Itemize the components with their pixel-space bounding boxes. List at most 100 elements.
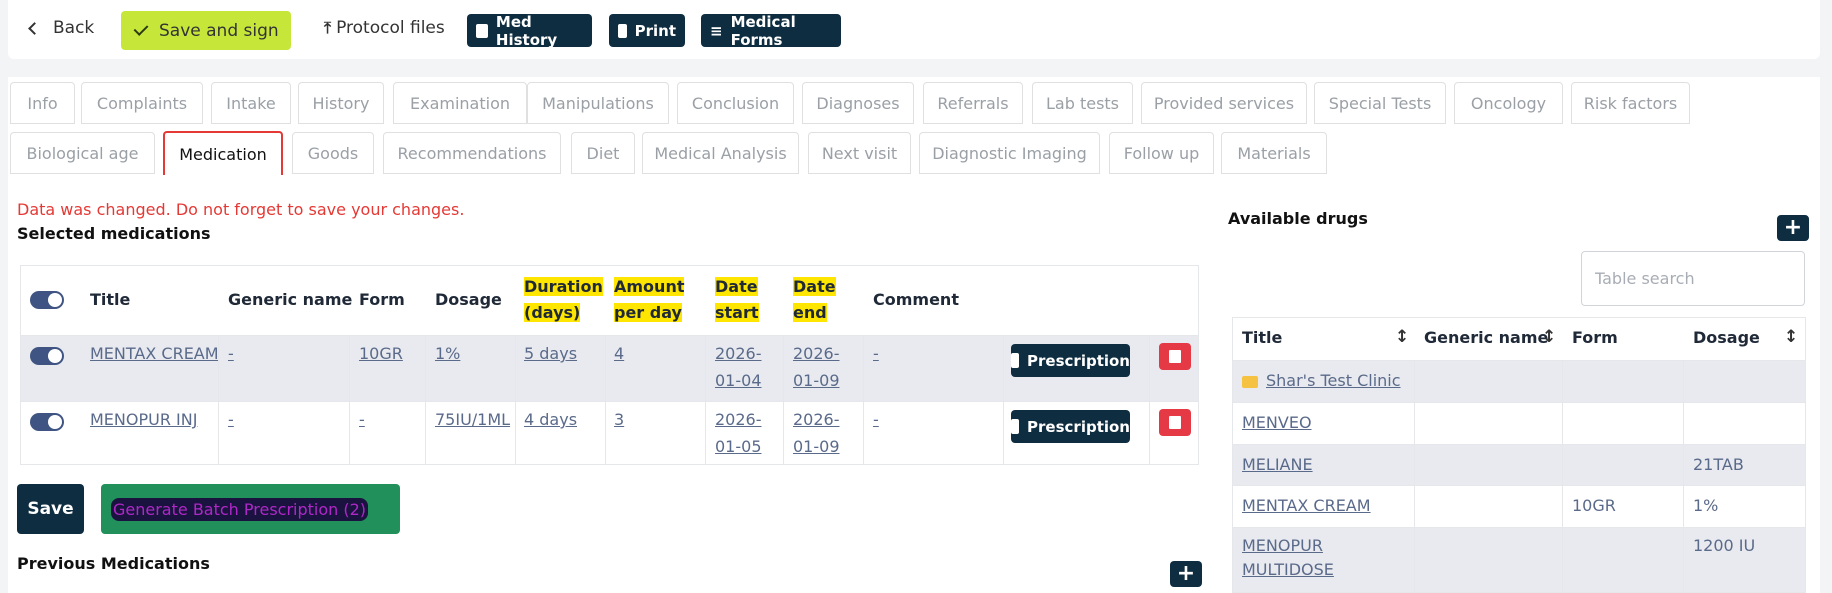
row-generic[interactable]: - bbox=[228, 406, 234, 433]
tab-provided-services[interactable]: Provided services bbox=[1141, 82, 1307, 124]
tab-label: Conclusion bbox=[691, 93, 780, 113]
folder-row[interactable]: Shar's Test Clinic bbox=[1233, 360, 1805, 402]
medical-forms-button[interactable]: ≡ Medical Forms bbox=[701, 13, 841, 49]
prescription-button[interactable]: Prescription bbox=[1011, 410, 1130, 443]
drug-title-link[interactable]: MELIANE bbox=[1242, 453, 1313, 477]
row-date-start[interactable]: 2026- 01-05 bbox=[715, 406, 762, 460]
tab-history[interactable]: History bbox=[298, 82, 384, 124]
column-divider bbox=[863, 335, 864, 465]
tab-diet[interactable]: Diet bbox=[571, 132, 635, 174]
tab-diagnoses[interactable]: Diagnoses bbox=[802, 82, 914, 124]
row-dosage[interactable]: 75IU/1ML bbox=[435, 406, 510, 433]
sort-icon[interactable]: ↕ bbox=[1395, 327, 1409, 347]
row-duration[interactable]: 4 days bbox=[524, 406, 577, 433]
row-generic[interactable]: - bbox=[228, 340, 234, 367]
row-duration[interactable]: 5 days bbox=[524, 340, 577, 367]
col-date-start-line1: Date bbox=[715, 277, 758, 296]
drug-title-link[interactable]: MENVEO bbox=[1242, 411, 1312, 435]
row-date-end[interactable]: 2026- 01-09 bbox=[793, 406, 840, 460]
tab-label: Special Tests bbox=[1328, 93, 1432, 113]
col-duration-line1: Duration bbox=[524, 277, 603, 296]
delete-button[interactable] bbox=[1159, 409, 1191, 436]
row-toggle-switch[interactable] bbox=[30, 347, 64, 365]
col-amount-line2: per day bbox=[614, 303, 682, 322]
row-date-start[interactable]: 2026- 01-04 bbox=[715, 340, 762, 394]
column-divider bbox=[1414, 360, 1415, 592]
tab-materials[interactable]: Materials bbox=[1221, 132, 1327, 174]
tab-label: Recommendations bbox=[397, 143, 547, 163]
table-row: MENOPUR MULTIDOSE 1200 IU bbox=[1233, 527, 1805, 592]
row-toggle-switch[interactable] bbox=[30, 413, 64, 431]
row-form[interactable]: 10GR bbox=[359, 340, 403, 367]
prescription-label: Prescription bbox=[1027, 351, 1130, 370]
top-toolbar: Back Save and sign ⤒ Protocol files Med … bbox=[8, 0, 1820, 59]
row-date-start-line2: 01-05 bbox=[715, 437, 762, 456]
tab-manipulations[interactable]: Manipulations bbox=[527, 82, 669, 124]
back-button[interactable]: Back bbox=[28, 18, 94, 38]
delete-button[interactable] bbox=[1159, 343, 1191, 370]
col-form: Form bbox=[1572, 328, 1618, 347]
protocol-files-button[interactable]: ⤒ Protocol files bbox=[324, 18, 445, 38]
row-date-end[interactable]: 2026- 01-09 bbox=[793, 340, 840, 394]
tab-risk-factors[interactable]: Risk factors bbox=[1571, 82, 1690, 124]
tab-special-tests[interactable]: Special Tests bbox=[1314, 82, 1446, 124]
tab-medication[interactable]: Medication bbox=[163, 131, 283, 175]
check-icon bbox=[133, 21, 149, 36]
trash-icon bbox=[1169, 416, 1181, 429]
tab-medical-analysis[interactable]: Medical Analysis bbox=[642, 132, 799, 174]
toggle-all-switch[interactable] bbox=[30, 291, 64, 309]
table-row: MENTAX CREAM - 10GR 1% 5 days 4 2026- 01-… bbox=[21, 335, 1198, 401]
print-button[interactable]: Print bbox=[609, 14, 685, 47]
add-previous-medication-button[interactable]: + bbox=[1170, 561, 1202, 587]
unsaved-warning: Data was changed. Do not forget to save … bbox=[17, 200, 465, 219]
row-comment[interactable]: - bbox=[873, 340, 879, 367]
printer-icon bbox=[618, 23, 627, 38]
tab-intake[interactable]: Intake bbox=[211, 82, 291, 124]
med-history-button[interactable]: Med History bbox=[467, 13, 592, 49]
tab-info[interactable]: Info bbox=[10, 82, 75, 124]
col-date-end-line2: end bbox=[793, 303, 827, 322]
row-date-end-line2: 01-09 bbox=[793, 371, 840, 390]
tab-follow-up[interactable]: Follow up bbox=[1109, 132, 1214, 174]
drug-form: 10GR bbox=[1572, 496, 1616, 515]
tab-recommendations[interactable]: Recommendations bbox=[383, 132, 561, 174]
tab-biological-age[interactable]: Biological age bbox=[10, 132, 155, 174]
tab-complaints[interactable]: Complaints bbox=[81, 82, 203, 124]
tab-next-visit[interactable]: Next visit bbox=[808, 132, 911, 174]
tab-conclusion[interactable]: Conclusion bbox=[677, 82, 794, 124]
row-title-link[interactable]: MENTAX CREAM bbox=[90, 340, 219, 367]
generate-batch-prescription-button[interactable]: Generate Batch Prescription (2) bbox=[101, 484, 400, 534]
add-drug-button[interactable]: + bbox=[1777, 215, 1809, 241]
tab-referrals[interactable]: Referrals bbox=[923, 82, 1023, 124]
tab-label: Diagnostic Imaging bbox=[932, 143, 1087, 163]
drug-title-link[interactable]: MENTAX CREAM bbox=[1242, 494, 1371, 518]
tab-diagnostic-imaging[interactable]: Diagnostic Imaging bbox=[919, 132, 1100, 174]
table-search-input[interactable] bbox=[1581, 251, 1805, 306]
tab-examination[interactable]: Examination bbox=[393, 82, 527, 124]
col-dosage: Dosage bbox=[1693, 328, 1760, 347]
row-dosage[interactable]: 1% bbox=[435, 340, 460, 367]
prescription-button[interactable]: Prescription bbox=[1011, 344, 1130, 377]
list-icon: ≡ bbox=[710, 21, 723, 40]
row-title-link[interactable]: MENOPUR INJ bbox=[90, 406, 197, 433]
col-generic-name: Generic name bbox=[1424, 328, 1549, 347]
sort-icon[interactable]: ↕ bbox=[1784, 327, 1798, 347]
sort-icon[interactable]: ↕ bbox=[1542, 327, 1556, 347]
save-and-sign-button[interactable]: Save and sign bbox=[121, 11, 291, 50]
folder-link[interactable]: Shar's Test Clinic bbox=[1242, 369, 1401, 393]
drug-title-link[interactable]: MENOPUR MULTIDOSE bbox=[1242, 534, 1334, 582]
save-button[interactable]: Save bbox=[17, 484, 84, 534]
row-amount[interactable]: 4 bbox=[614, 340, 624, 367]
row-amount[interactable]: 3 bbox=[614, 406, 624, 433]
row-form[interactable]: - bbox=[359, 406, 365, 433]
tab-label: Provided services bbox=[1153, 93, 1295, 113]
col-date-start: Date start bbox=[715, 274, 759, 326]
document-icon bbox=[1011, 419, 1020, 434]
prescription-label: Prescription bbox=[1027, 417, 1130, 436]
tab-oncology[interactable]: Oncology bbox=[1454, 82, 1563, 124]
tab-label: Medical Analysis bbox=[654, 143, 787, 163]
tab-lab-tests[interactable]: Lab tests bbox=[1032, 82, 1133, 124]
row-comment[interactable]: - bbox=[873, 406, 879, 433]
tab-goods[interactable]: Goods bbox=[292, 132, 374, 174]
selected-medications-title: Selected medications bbox=[17, 224, 211, 243]
